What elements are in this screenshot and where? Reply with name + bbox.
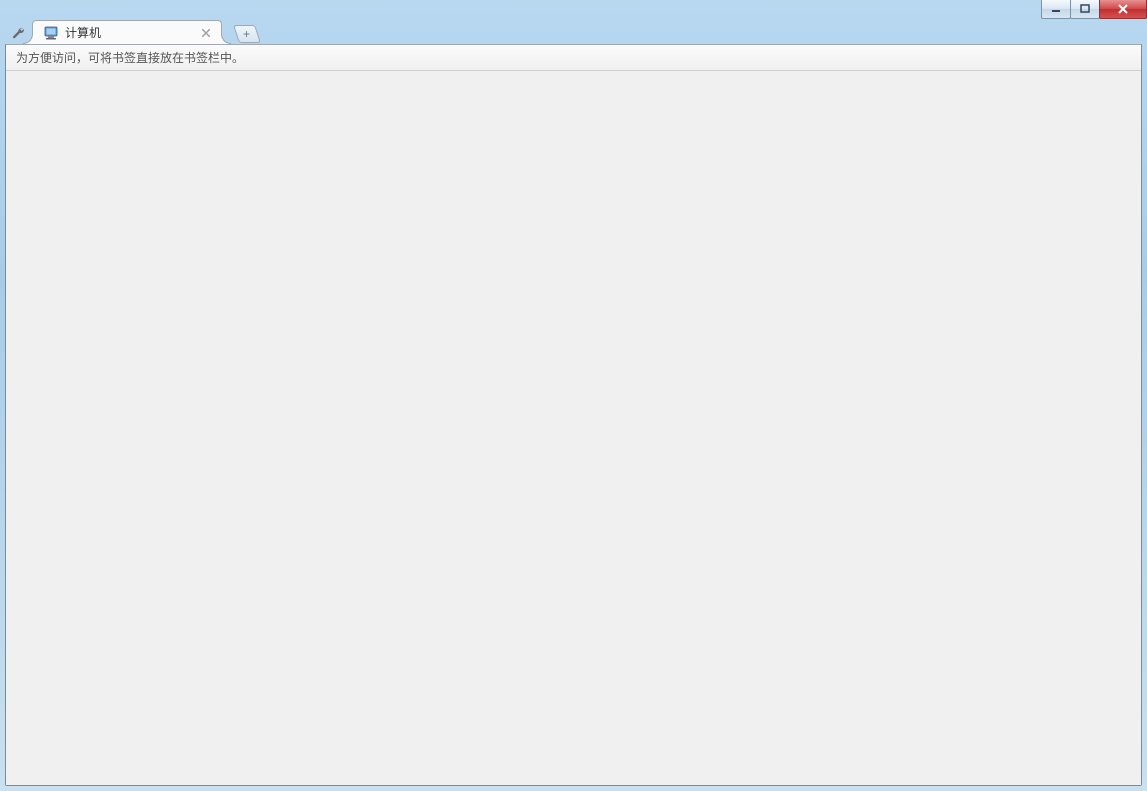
browser-frame: 为方便访问，可将书签直接放在书签栏中。	[5, 44, 1142, 786]
tab-title: 计算机	[65, 24, 101, 41]
plus-icon: +	[243, 28, 250, 40]
bookmarks-hint-text: 为方便访问，可将书签直接放在书签栏中。	[16, 49, 244, 66]
close-icon	[202, 29, 210, 37]
computer-icon	[43, 25, 59, 41]
close-button[interactable]	[1099, 0, 1147, 19]
new-tab-button[interactable]: +	[233, 25, 261, 43]
window-titlebar	[0, 0, 1147, 20]
maximize-button[interactable]	[1070, 0, 1100, 19]
browser-tab[interactable]: 计算机	[32, 20, 222, 44]
tab-strip: 计算机 +	[0, 18, 1147, 44]
content-area	[6, 71, 1141, 785]
bookmarks-bar[interactable]: 为方便访问，可将书签直接放在书签栏中。	[6, 45, 1141, 71]
window-controls	[1042, 0, 1147, 20]
close-icon	[1117, 4, 1129, 14]
minimize-icon	[1050, 4, 1062, 14]
maximize-icon	[1079, 4, 1091, 14]
tab-close-button[interactable]	[199, 26, 213, 40]
minimize-button[interactable]	[1041, 0, 1071, 19]
